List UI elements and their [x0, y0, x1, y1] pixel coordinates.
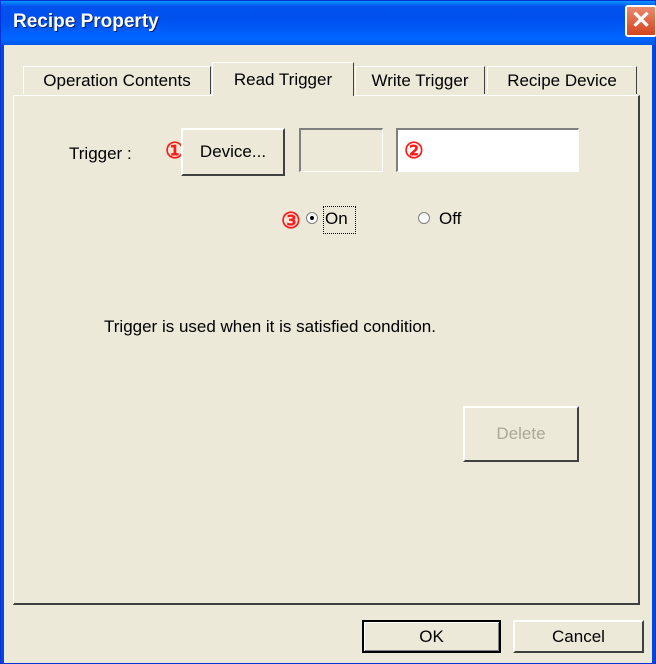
tab-label: Recipe Device: [507, 70, 617, 90]
cancel-button[interactable]: Cancel: [513, 620, 644, 653]
tab-label: Write Trigger: [371, 70, 469, 90]
tab-read-trigger[interactable]: Read Trigger: [212, 62, 354, 96]
window-title: Recipe Property: [13, 11, 159, 32]
close-button[interactable]: ✕: [625, 5, 656, 37]
delete-button[interactable]: Delete: [463, 406, 579, 462]
radio-off-label[interactable]: Off: [439, 209, 461, 229]
ok-button[interactable]: OK: [362, 620, 501, 653]
close-icon: ✕: [630, 7, 652, 34]
callout-marker-3: ③: [281, 208, 301, 233]
recipe-property-dialog: Recipe Property ✕ Operation Contents Rea…: [0, 0, 656, 664]
delete-button-label: Delete: [496, 424, 546, 443]
window-border-left: [1, 45, 4, 663]
trigger-description: Trigger is used when it is satisfied con…: [104, 317, 436, 336]
radio-off[interactable]: [418, 212, 430, 224]
cancel-button-label: Cancel: [552, 626, 605, 646]
title-bar[interactable]: Recipe Property ✕: [1, 1, 656, 45]
tab-operation-contents[interactable]: Operation Contents: [23, 66, 211, 94]
tab-write-trigger[interactable]: Write Trigger: [355, 66, 485, 94]
radio-on[interactable]: [306, 212, 318, 224]
tab-label: Read Trigger: [233, 69, 333, 89]
radio-on-label[interactable]: On: [325, 209, 348, 229]
tab-recipe-device[interactable]: Recipe Device: [487, 66, 637, 94]
ok-button-label: OK: [419, 626, 444, 646]
device-type-field: [299, 128, 383, 172]
trigger-label: Trigger :: [69, 144, 132, 163]
window-border-right: [652, 45, 655, 663]
device-button-label: Device...: [199, 142, 267, 161]
callout-marker-2: ②: [404, 138, 424, 163]
device-button[interactable]: Device...: [181, 128, 285, 176]
device-address-field[interactable]: ②: [396, 128, 579, 172]
radio-on-dot: [310, 216, 314, 220]
tab-label: Operation Contents: [43, 70, 191, 90]
